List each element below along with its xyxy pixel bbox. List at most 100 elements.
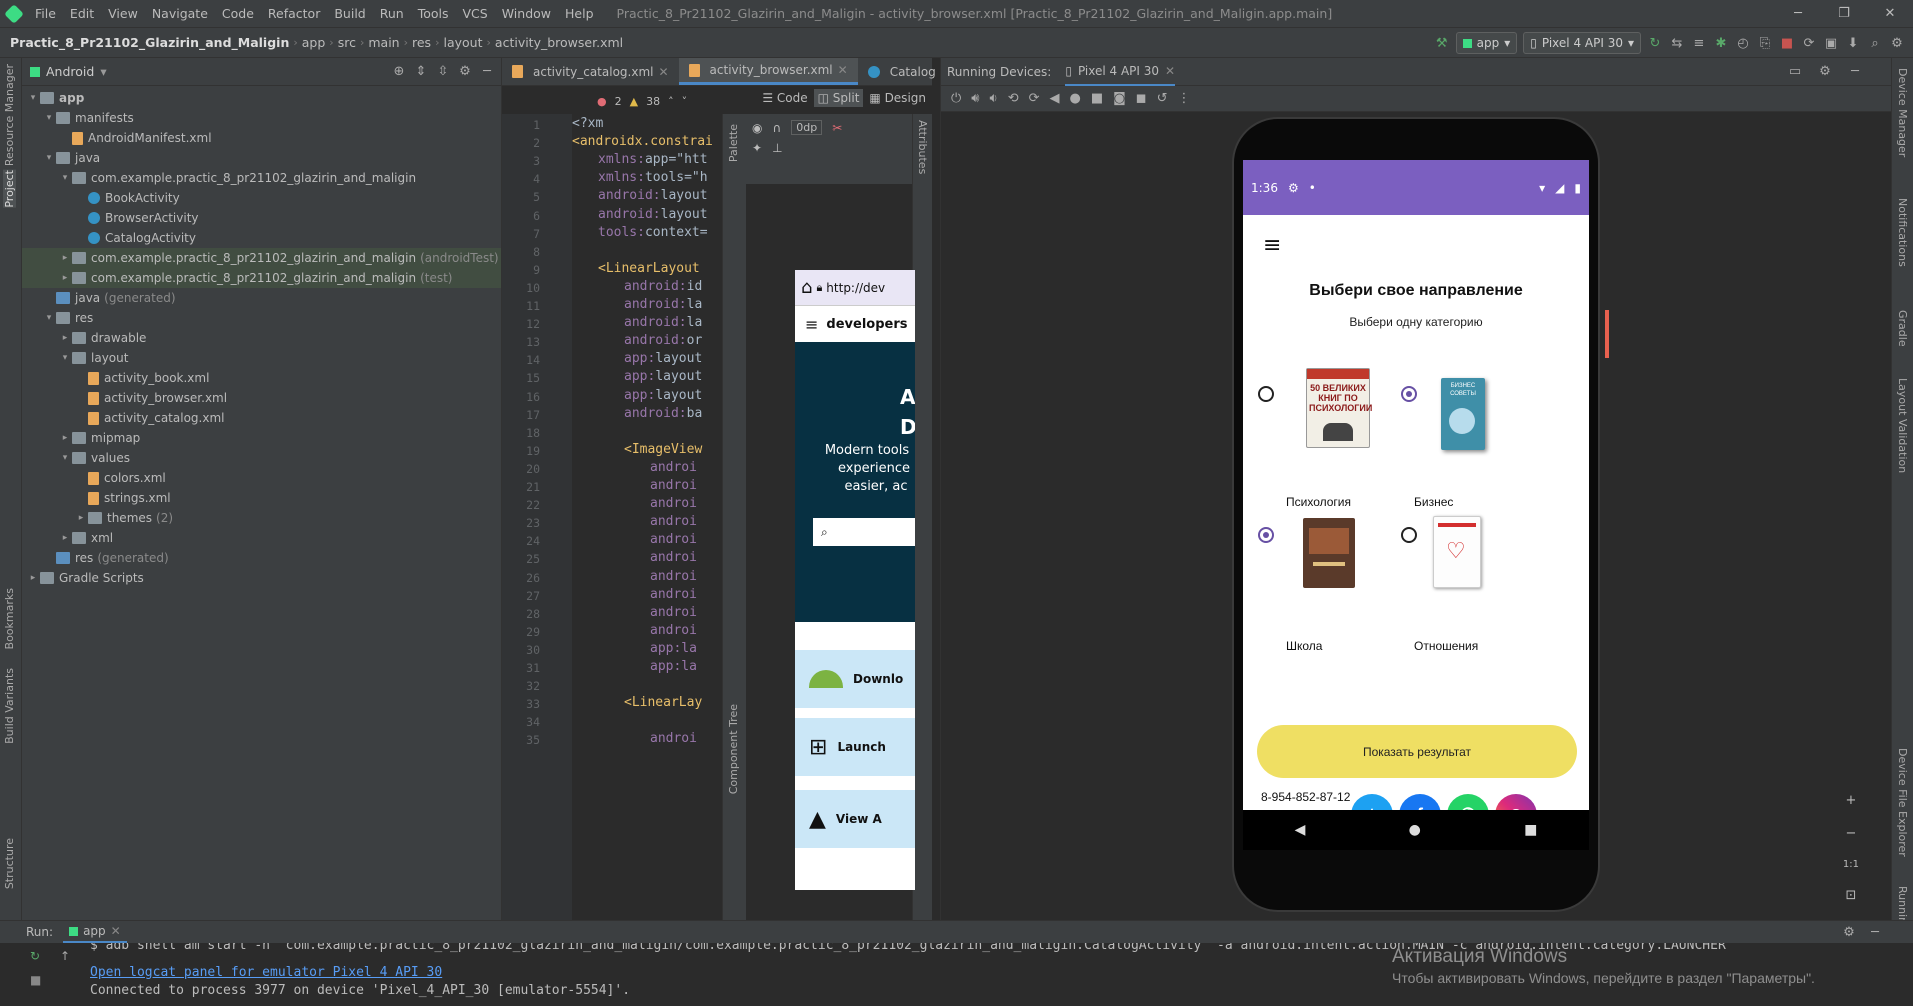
overview-icon[interactable]: ■ bbox=[1091, 91, 1103, 106]
home-icon[interactable]: ● bbox=[1409, 822, 1421, 838]
margin-value[interactable]: 0dp bbox=[791, 120, 823, 135]
snapshot-icon[interactable]: ↺ bbox=[1157, 91, 1168, 106]
tree-item[interactable]: colors.xml bbox=[22, 468, 501, 488]
show-result-button[interactable]: Показать результат bbox=[1257, 725, 1577, 778]
record-icon[interactable]: ◼ bbox=[1136, 91, 1147, 106]
radio-business[interactable] bbox=[1401, 386, 1417, 402]
debug-icon[interactable]: ✱ bbox=[1713, 35, 1729, 51]
project-tab[interactable]: Project bbox=[3, 170, 16, 208]
structure-tab[interactable]: Structure bbox=[3, 838, 16, 889]
close-icon[interactable]: ✕ bbox=[658, 65, 668, 79]
code-area[interactable]: <?xm <androidx.constrai xmlns:app="htt xmln… bbox=[572, 114, 722, 924]
tree-item[interactable]: BrowserActivity bbox=[22, 208, 501, 228]
tree-item[interactable]: java (generated) bbox=[22, 288, 501, 308]
notifications-tab[interactable]: Notifications bbox=[1896, 198, 1909, 267]
infer-constraints-icon[interactable]: ✦ bbox=[752, 141, 762, 155]
tree-item[interactable]: ▾ app bbox=[22, 88, 501, 108]
overview-icon[interactable]: ■ bbox=[1524, 822, 1537, 838]
breadcrumb-item[interactable]: activity_browser.xml bbox=[491, 35, 627, 50]
design-mode-button[interactable]: ▦ Design bbox=[869, 91, 926, 105]
sync-gradle-icon[interactable]: ⟳ bbox=[1801, 35, 1817, 51]
arrow-up-icon[interactable]: ↑ bbox=[60, 949, 70, 963]
menu-item[interactable]: Build bbox=[327, 0, 372, 28]
tree-item[interactable]: ▾ com.example.practic_8_pr21102_glazirin_… bbox=[22, 168, 501, 188]
preview-card[interactable]: Downlo bbox=[795, 650, 915, 708]
tree-item[interactable]: AndroidManifest.xml bbox=[22, 128, 501, 148]
gradle-tab[interactable]: Gradle bbox=[1896, 310, 1909, 347]
rerun-icon[interactable]: ↻ bbox=[1647, 35, 1663, 51]
expand-arrow-icon[interactable]: ▾ bbox=[42, 313, 56, 323]
tree-item[interactable]: activity_book.xml bbox=[22, 368, 501, 388]
tree-item[interactable]: ▸ drawable bbox=[22, 328, 501, 348]
attach-debugger-icon[interactable]: ⎘ bbox=[1757, 35, 1773, 51]
more-icon[interactable]: ⋮ bbox=[1177, 91, 1190, 106]
rotate-left-icon[interactable]: ⟲ bbox=[1008, 91, 1019, 106]
close-icon[interactable]: ✕ bbox=[838, 63, 848, 77]
expand-arrow-icon[interactable]: ▾ bbox=[58, 173, 72, 183]
menu-item[interactable]: View bbox=[101, 0, 145, 28]
tree-item[interactable]: ▾ values bbox=[22, 448, 501, 468]
close-icon[interactable]: ✕ bbox=[1165, 64, 1175, 78]
expand-arrow-icon[interactable]: ▾ bbox=[42, 113, 56, 123]
sdk-manager-icon[interactable]: ⬇ bbox=[1845, 35, 1861, 51]
expand-arrow-icon[interactable]: ▸ bbox=[58, 273, 72, 283]
split-mode-button[interactable]: ◫ Split bbox=[813, 89, 864, 107]
device-file-explorer-tab[interactable]: Device File Explorer bbox=[1896, 748, 1909, 857]
expand-arrow-icon[interactable]: ▸ bbox=[74, 513, 88, 523]
locate-icon[interactable]: ⊕ bbox=[391, 64, 407, 80]
tree-item[interactable]: ▸ Gradle Scripts bbox=[22, 568, 501, 588]
menu-item[interactable]: Refactor bbox=[261, 0, 327, 28]
menu-icon[interactable]: ≡ bbox=[805, 315, 818, 334]
book-cover-business[interactable]: БИЗНЕС СОВЕТЫ bbox=[1441, 378, 1485, 450]
tab-activity-catalog[interactable]: activity_catalog.xml ✕ bbox=[502, 58, 679, 85]
chevron-down-icon[interactable]: ▾ bbox=[100, 64, 106, 79]
tree-item[interactable]: ▸ xml bbox=[22, 528, 501, 548]
book-cover-psychology[interactable]: 50 ВЕЛИКИХ КНИГ ПО ПСИХОЛОГИИ bbox=[1306, 368, 1372, 448]
gear-icon[interactable]: ⚙ bbox=[1841, 924, 1857, 940]
expand-arrow-icon[interactable]: ▸ bbox=[58, 433, 72, 443]
expand-arrow-icon[interactable]: ▸ bbox=[58, 533, 72, 543]
hide-icon[interactable]: ─ bbox=[1847, 64, 1863, 80]
tree-item[interactable]: ▾ java bbox=[22, 148, 501, 168]
menu-item[interactable]: Code bbox=[215, 0, 261, 28]
radio-school[interactable] bbox=[1258, 527, 1274, 543]
bookmarks-tab[interactable]: Bookmarks bbox=[3, 588, 16, 649]
maximize-icon[interactable]: ❐ bbox=[1821, 0, 1867, 28]
baseline-icon[interactable]: ⊥ bbox=[772, 141, 782, 155]
apply-changes-icon[interactable]: ⇆ bbox=[1669, 35, 1685, 51]
tree-item[interactable]: ▾ manifests bbox=[22, 108, 501, 128]
apply-code-changes-icon[interactable]: ≡ bbox=[1691, 35, 1707, 51]
menu-item[interactable]: File bbox=[28, 0, 63, 28]
tree-item[interactable]: ▾ layout bbox=[22, 348, 501, 368]
back-icon[interactable]: ◀ bbox=[1050, 91, 1060, 106]
device-manager-icon[interactable]: ▣ bbox=[1823, 35, 1839, 51]
tree-item[interactable]: BookActivity bbox=[22, 188, 501, 208]
breadcrumb-item[interactable]: Practic_8_Pr21102_Glazirin_and_Maligin bbox=[6, 35, 293, 50]
radio-relationships[interactable] bbox=[1401, 527, 1417, 543]
project-view-mode[interactable]: Android bbox=[46, 64, 94, 79]
breadcrumb-item[interactable]: main bbox=[364, 35, 403, 50]
tree-item[interactable]: ▸ themes (2) bbox=[22, 508, 501, 528]
close-icon[interactable]: ✕ bbox=[111, 924, 121, 938]
stop-icon[interactable]: ■ bbox=[1779, 35, 1795, 51]
menu-item[interactable]: Edit bbox=[63, 0, 101, 28]
rerun-icon[interactable]: ↻ bbox=[30, 949, 41, 963]
breadcrumb-item[interactable]: res bbox=[408, 35, 435, 50]
minimize-icon[interactable]: ─ bbox=[1775, 0, 1821, 28]
chevron-down-icon[interactable]: ˅ bbox=[682, 95, 688, 108]
menu-item[interactable]: Navigate bbox=[145, 0, 215, 28]
run-config-select[interactable]: app ▾ bbox=[1455, 32, 1518, 54]
device-manager-tab[interactable]: Device Manager bbox=[1896, 68, 1909, 157]
menu-item[interactable]: VCS bbox=[456, 0, 495, 28]
menu-item[interactable]: Run bbox=[373, 0, 411, 28]
magnet-icon[interactable]: ∩ bbox=[772, 121, 781, 135]
tab-activity-browser[interactable]: activity_browser.xml ✕ bbox=[678, 58, 858, 85]
volume-up-icon[interactable]: 🔊︎ bbox=[971, 91, 979, 106]
home-icon[interactable]: ⌂ bbox=[801, 277, 812, 298]
build-variants-tab[interactable]: Build Variants bbox=[3, 668, 16, 744]
chevron-up-icon[interactable]: ˄ bbox=[668, 95, 674, 108]
eye-icon[interactable]: ◉ bbox=[752, 121, 762, 135]
power-icon[interactable]: ⏻ bbox=[951, 91, 961, 106]
zoom-in-icon[interactable]: + bbox=[1846, 793, 1857, 808]
breadcrumb-item[interactable]: app bbox=[298, 35, 330, 50]
